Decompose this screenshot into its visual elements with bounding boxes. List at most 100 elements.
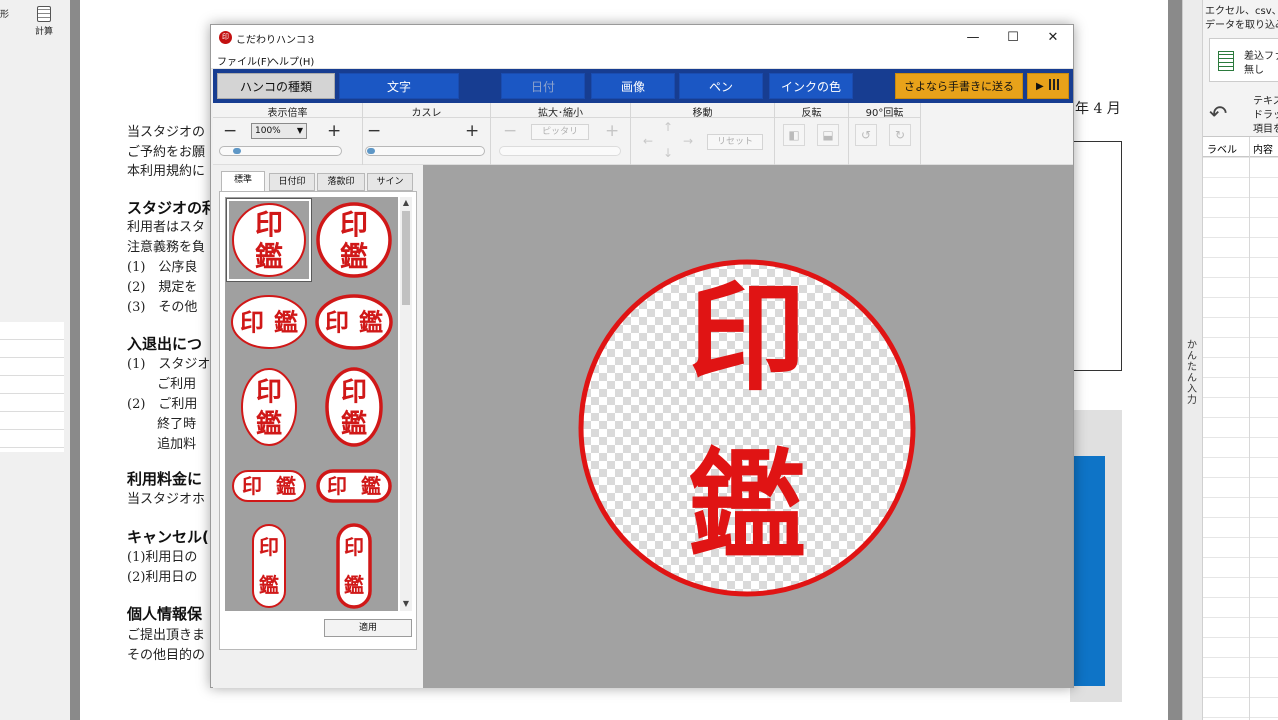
move-down-icon[interactable]: ↓: [663, 146, 673, 160]
stamp-thumbnail-circle[interactable]: 印鑑: [227, 199, 311, 281]
panel-tab-date-stamp[interactable]: 日付印: [269, 173, 315, 191]
blur-slider-knob[interactable]: [367, 148, 375, 154]
chevron-down-icon: ▼: [296, 126, 303, 135]
document-heading: 個人情報保: [127, 605, 203, 623]
stamp-thumbnail-pill-v-bold[interactable]: 印鑑: [314, 521, 394, 611]
quick-input-tab[interactable]: かんたん入力: [1183, 0, 1203, 720]
minimize-button[interactable]: —: [953, 25, 993, 51]
stamp-char: 印: [240, 309, 264, 337]
stamp-char: 鑑: [259, 573, 279, 597]
zoom-minus-button[interactable]: −: [223, 121, 237, 141]
stamp-thumbnail-pill-h-bold[interactable]: 印鑑: [314, 459, 394, 513]
rotate-right-icon[interactable]: ↻: [889, 124, 911, 146]
stamp-char: 鑑: [340, 240, 368, 273]
tab-stamp-type[interactable]: ハンコの種類: [217, 73, 335, 99]
stamp-thumbnail-pill-h[interactable]: 印鑑: [229, 459, 309, 513]
stamp-thumbnail-circle-bold[interactable]: 印鑑: [314, 201, 394, 279]
flip-vertical-icon[interactable]: ⬓: [817, 124, 839, 146]
left-list-panel: [0, 322, 64, 452]
rotate-group: 90°回転 ↺ ↻: [849, 103, 921, 165]
scale-minus-button[interactable]: −: [503, 121, 517, 141]
move-right-icon[interactable]: →: [683, 134, 693, 148]
rotate-left-icon[interactable]: ↺: [855, 124, 877, 146]
zoom-slider-knob[interactable]: [233, 148, 241, 154]
menu-file[interactable]: ファイル(F): [217, 53, 271, 68]
document-date: 年 4 月: [1075, 101, 1121, 117]
send-to-sayonara-button[interactable]: さよなら手書きに送る: [895, 73, 1023, 99]
tab-text[interactable]: 文字: [339, 73, 459, 99]
title-bar[interactable]: 印 こだわりハンコ３ — ☐ ✕: [211, 25, 1073, 51]
grid-menu-button[interactable]: ▶: [1027, 73, 1069, 99]
text-hint-3: 項目を: [1253, 124, 1278, 135]
move-left-icon[interactable]: ←: [643, 134, 653, 148]
stamp-char: 印: [341, 377, 367, 407]
blur-slider[interactable]: [365, 146, 485, 156]
panel-tab-sign[interactable]: サイン: [367, 173, 413, 191]
document-line: 終了時: [127, 417, 197, 432]
stamp-preview-canvas: 印 鑑: [578, 259, 916, 597]
stamp-list-frame: 印鑑印鑑印鑑印鑑印鑑印鑑印鑑印鑑印鑑印鑑 ▲ ▼ 適用: [219, 191, 417, 650]
panel-tab-rakkan[interactable]: 落款印: [317, 173, 365, 191]
apply-button[interactable]: 適用: [324, 619, 412, 637]
stamp-char: 印: [327, 474, 347, 498]
left-tool-strip: 形 計算: [0, 0, 70, 720]
stamp-thumbnail-oval-h[interactable]: 印鑑: [229, 287, 309, 357]
tab-image[interactable]: 画像: [591, 73, 675, 99]
merge-file-button[interactable]: 差込ファ 無し: [1209, 38, 1278, 82]
merge-file-value: 無し: [1244, 65, 1264, 76]
field-grid[interactable]: ラベル 内容: [1203, 136, 1278, 720]
undo-arrow-icon[interactable]: ↶: [1209, 102, 1227, 127]
document-line: 追加料: [127, 437, 197, 452]
scroll-down-icon[interactable]: ▼: [401, 599, 411, 608]
menu-bar: ファイル(F) ヘルプ(H): [211, 51, 1073, 69]
menu-help[interactable]: ヘルプ(H): [269, 53, 314, 68]
close-button[interactable]: ✕: [1033, 25, 1073, 51]
stamp-list-scrollbar[interactable]: ▲ ▼: [400, 197, 412, 611]
stamp-char: 印: [344, 535, 364, 559]
document-text-box[interactable]: [1070, 141, 1122, 371]
stamp-thumbnail-oval-h-bold[interactable]: 印鑑: [314, 287, 394, 357]
flip-horizontal-icon[interactable]: ◧: [783, 124, 805, 146]
panel-tab-standard[interactable]: 標準: [221, 171, 265, 192]
stamp-char: 印: [255, 208, 283, 241]
scale-slider[interactable]: [499, 146, 621, 156]
document-line: 注意義務を負: [127, 240, 206, 255]
stamp-thumbnail-oval-v-bold[interactable]: 印鑑: [314, 363, 394, 451]
tab-date[interactable]: 日付: [501, 73, 585, 99]
maximize-button[interactable]: ☐: [993, 25, 1033, 51]
scale-plus-button[interactable]: +: [605, 121, 619, 141]
stamp-preview-area[interactable]: 印 鑑: [423, 165, 1073, 688]
tab-pen[interactable]: ペン: [679, 73, 763, 99]
stamp-thumbnail-pill-v[interactable]: 印鑑: [229, 521, 309, 611]
stamp-char: 印: [256, 377, 282, 407]
blur-plus-button[interactable]: +: [465, 121, 479, 141]
document-line: (1)利用日の: [127, 550, 198, 565]
calc-tool[interactable]: 計算: [30, 6, 58, 37]
document-line: (2) ご利用: [127, 397, 198, 412]
stamp-thumbnail-oval-v[interactable]: 印鑑: [229, 363, 309, 451]
zoom-plus-button[interactable]: +: [327, 121, 341, 141]
document-line: (2)利用日の: [127, 570, 198, 585]
window-title: こだわりハンコ３: [236, 35, 316, 46]
hanko-app-window: 印 こだわりハンコ３ — ☐ ✕ ファイル(F) ヘルプ(H) ハンコの種類 文…: [210, 24, 1074, 688]
document-line: ご利用: [127, 377, 197, 392]
stamp-char-top: 印: [688, 269, 806, 407]
zoom-slider[interactable]: [219, 146, 342, 156]
move-up-icon[interactable]: ↑: [663, 120, 673, 134]
fit-button[interactable]: ピッタリ: [531, 124, 589, 140]
stamp-char: 印: [259, 535, 279, 559]
scroll-up-icon[interactable]: ▲: [401, 198, 411, 207]
stamp-char: 鑑: [359, 309, 383, 337]
document-heading: 入退出につ: [127, 335, 203, 353]
tab-ink-color[interactable]: インクの色: [769, 73, 853, 99]
document-line: (2) 規定を: [127, 280, 198, 295]
quick-input-tab-label: かんたん入力: [1187, 340, 1197, 406]
blur-minus-button[interactable]: −: [367, 121, 381, 141]
field-grid-header: ラベル 内容: [1203, 137, 1278, 157]
stamp-char: 印: [242, 474, 262, 498]
reset-button[interactable]: リセット: [707, 134, 763, 150]
shape-tool[interactable]: 形: [0, 8, 10, 22]
scrollbar-thumb[interactable]: [402, 211, 410, 305]
stamp-char: 鑑: [276, 474, 296, 498]
zoom-select[interactable]: 100% ▼: [251, 123, 307, 139]
